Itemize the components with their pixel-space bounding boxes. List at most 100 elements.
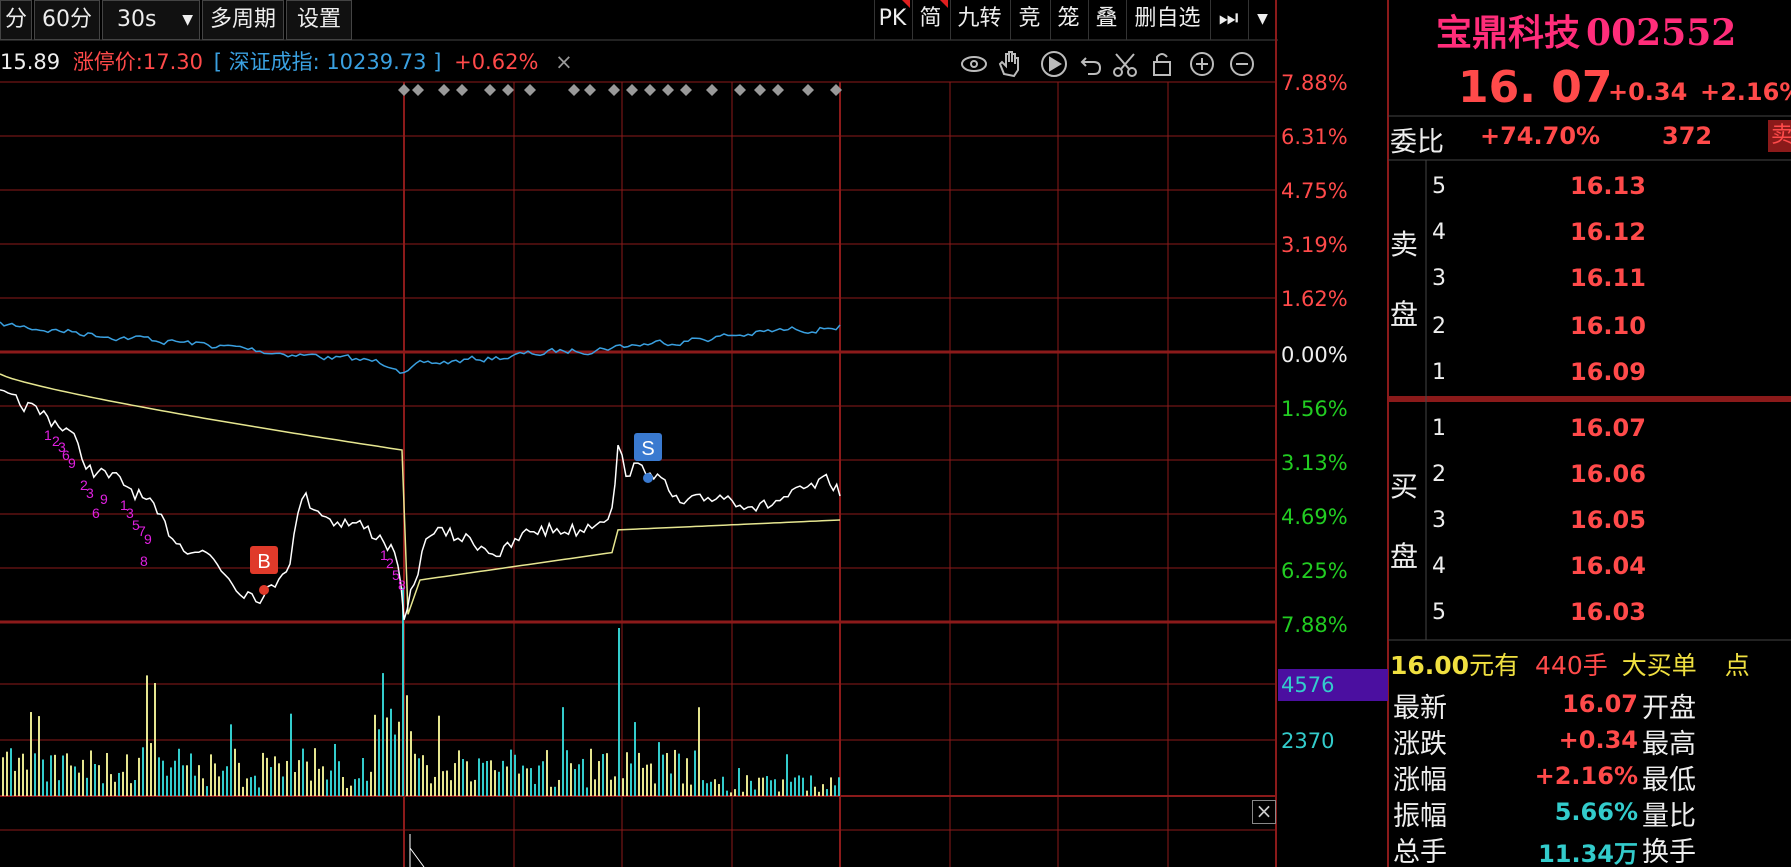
event-diamonds (398, 84, 842, 96)
svg-text:6: 6 (92, 505, 100, 521)
buy-side-label-1: 买 (1390, 470, 1419, 503)
stat-value-latest: 16.07 (1562, 690, 1638, 718)
period-select[interactable]: 30s ▼ (102, 0, 200, 40)
stat-label-latest: 最新 (1393, 693, 1447, 724)
close-icon[interactable]: × (555, 50, 573, 74)
stat-label-vol-ratio: 量比 (1642, 801, 1696, 832)
eye-icon[interactable] (961, 56, 987, 72)
index-text: [ 深证成指: 10239.73 ] (213, 50, 442, 74)
chevron-down-icon: ▼ (182, 12, 193, 28)
svg-text:9: 9 (100, 491, 108, 507)
buy-level-5: 5 (1432, 600, 1446, 625)
simple-button[interactable]: 简 (912, 0, 948, 40)
weibi-diff: 372 (1662, 122, 1713, 150)
stat-value-change: +0.34 (1558, 726, 1638, 754)
axis-label-neg-1: 1.56% (1281, 397, 1348, 421)
buy-level-1: 1 (1432, 416, 1446, 441)
limit-up-label: 涨停价: (72, 50, 143, 74)
stat-value-volume: 11.34万 (1538, 840, 1638, 867)
overlay-button[interactable]: 叠 (1088, 0, 1124, 40)
sell-side-label-2: 盘 (1390, 298, 1419, 331)
current-price: 16. 07 (1458, 62, 1613, 113)
volume-bars (2, 587, 840, 867)
nine-turn-button[interactable]: 九转 (950, 0, 1008, 40)
axis-label-pos-2: 6.31% (1281, 125, 1348, 149)
big-order-label: 大买单 (1621, 651, 1697, 680)
stat-label-change: 涨跌 (1393, 729, 1447, 760)
index-line (0, 321, 841, 375)
sell-price-3: 16.11 (1570, 264, 1646, 292)
sell-price-1: 16.09 (1570, 358, 1646, 386)
big-order-price: 16.00 (1390, 651, 1470, 680)
tab-60min[interactable]: 60分 (34, 0, 100, 40)
axis-label-zero: 0.00% (1281, 343, 1348, 367)
pk-button[interactable]: PK (874, 0, 910, 40)
sell-marker-label: S (641, 438, 654, 460)
stat-label-turnover: 换手 (1642, 837, 1696, 867)
tab-minute[interactable]: 分 (0, 0, 32, 40)
chart-toolbar (961, 51, 1254, 78)
sell-level-5: 5 (1432, 174, 1446, 199)
stock-name: 宝鼎科技 002552 (1436, 12, 1737, 54)
stat-value-amplitude: 5.66% (1554, 798, 1638, 826)
stat-label-low: 最低 (1642, 765, 1696, 796)
svg-text:9: 9 (68, 455, 76, 471)
axis-label-pos-4: 3.19% (1281, 233, 1348, 257)
hand-icon[interactable] (998, 51, 1019, 78)
svg-text:8: 8 (398, 577, 406, 593)
stat-value-pct: +2.16% (1534, 762, 1638, 790)
axis-label-neg-3: 4.69% (1281, 505, 1348, 529)
sell-marker[interactable]: S (634, 433, 662, 483)
avg-price-line (0, 373, 841, 615)
axis-label-pos-1: 7.88% (1281, 71, 1348, 95)
svg-text:8: 8 (140, 553, 148, 569)
big-order-extra: 点 (1724, 651, 1750, 680)
buy-marker[interactable]: B (250, 546, 278, 595)
buy-level-4: 4 (1432, 554, 1446, 579)
buy-price-1: 16.07 (1570, 414, 1646, 442)
stat-label-high: 最高 (1642, 729, 1696, 760)
buy-marker-label: B (257, 551, 270, 573)
multi-period-button[interactable]: 多周期 (202, 0, 284, 40)
lock-icon[interactable] (1153, 53, 1171, 76)
play-icon[interactable] (1041, 51, 1067, 77)
stat-label-pct: 涨幅 (1393, 765, 1447, 796)
axis-label-pos-3: 4.75% (1281, 179, 1348, 203)
svg-text:9: 9 (144, 531, 152, 547)
price-change-pct: +2.16% (1700, 78, 1791, 106)
sell-price-4: 16.12 (1570, 218, 1646, 246)
stat-label-amplitude: 振幅 (1393, 801, 1447, 832)
big-order-line: 16.00元有 440手 大买单 点 (1390, 646, 1750, 682)
weibi-value: +74.70% (1480, 122, 1601, 150)
scissors-icon[interactable] (1113, 53, 1137, 77)
left-price: 15.89 (0, 50, 61, 74)
axis-label-neg-5: 7.88% (1281, 613, 1348, 637)
volume-max-label: 4576 (1281, 673, 1335, 697)
svg-text:1: 1 (44, 427, 52, 443)
cage-button[interactable]: 笼 (1050, 0, 1086, 40)
close-panel-icon[interactable]: × (1252, 800, 1276, 824)
sell-side-label-1: 卖 (1390, 228, 1419, 261)
settings-button[interactable]: 设置 (286, 0, 352, 40)
sell-level-4: 4 (1432, 220, 1446, 245)
zoom-in-icon[interactable] (1190, 52, 1214, 76)
buy-level-3: 3 (1432, 508, 1446, 533)
auction-button[interactable]: 竞 (1010, 0, 1048, 40)
remove-watchlist-button[interactable]: 删自选 (1126, 0, 1208, 40)
info-bar: 15.89 涨停价:17.30 [ 深证成指: 10239.73 ] +0.62… (0, 46, 573, 76)
menu-chevron-icon[interactable]: ▼ (1248, 0, 1276, 40)
axis-label-neg-2: 3.13% (1281, 451, 1348, 475)
sell-price-2: 16.10 (1570, 312, 1646, 340)
buy-price-2: 16.06 (1570, 460, 1646, 488)
axis-label-pos-5: 1.62% (1281, 287, 1348, 311)
buy-price-5: 16.03 (1570, 598, 1646, 626)
expand-icon[interactable]: ⏭ (1210, 0, 1246, 40)
zoom-out-icon[interactable] (1230, 52, 1254, 76)
sell-level-2: 2 (1432, 314, 1446, 339)
undo-icon[interactable] (1080, 57, 1102, 75)
sell-tag: 卖 (1768, 120, 1791, 152)
svg-text:3: 3 (86, 485, 94, 501)
big-order-qty: 440手 (1535, 651, 1608, 680)
volume-mid-label: 2370 (1281, 729, 1335, 753)
sell-price-5: 16.13 (1570, 172, 1646, 200)
